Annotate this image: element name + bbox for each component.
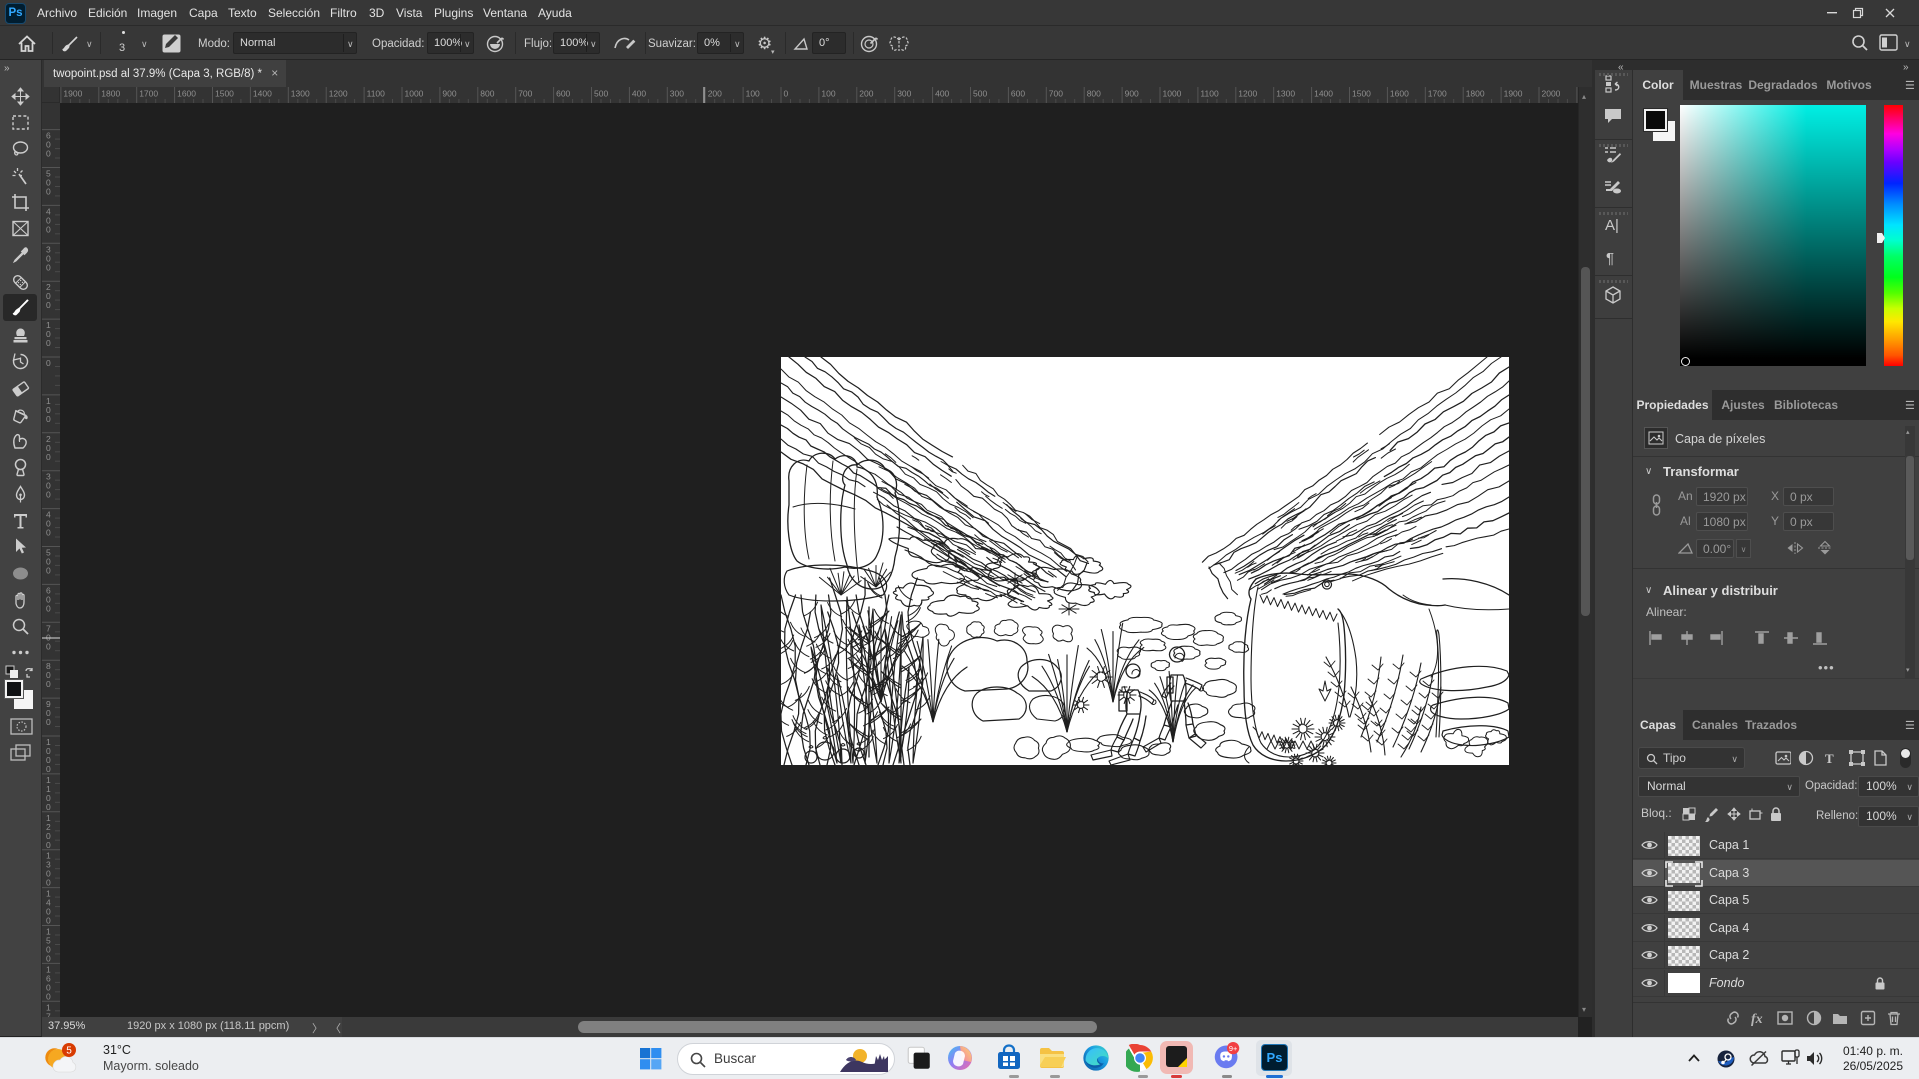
svg-text:600: 600 [556, 89, 570, 99]
svg-text:400: 400 [935, 89, 949, 99]
svg-text:1700: 1700 [1428, 89, 1447, 99]
svg-text:A|: A| [1605, 217, 1619, 234]
svg-text:1300: 1300 [291, 89, 310, 99]
svg-text:1100: 1100 [1200, 89, 1219, 99]
svg-text:1300: 1300 [1276, 89, 1295, 99]
svg-text:1400: 1400 [253, 89, 272, 99]
svg-text:1500: 1500 [1352, 89, 1371, 99]
svg-text:0: 0 [46, 802, 51, 812]
svg-text:400: 400 [632, 89, 646, 99]
svg-text:1100: 1100 [367, 89, 386, 99]
svg-text:0: 0 [46, 679, 51, 689]
svg-text:0: 0 [784, 89, 789, 99]
svg-text:0: 0 [46, 916, 51, 926]
svg-text:200: 200 [859, 89, 873, 99]
svg-text:700: 700 [518, 89, 532, 99]
svg-text:0: 0 [46, 338, 51, 348]
svg-text:0: 0 [46, 262, 51, 272]
svg-text:1200: 1200 [329, 89, 348, 99]
svg-text:1500: 1500 [215, 89, 234, 99]
svg-text:0: 0 [46, 878, 51, 888]
svg-text:0: 0 [46, 641, 51, 651]
svg-text:800: 800 [1087, 89, 1101, 99]
svg-text:1800: 1800 [101, 89, 120, 99]
svg-text:900: 900 [442, 89, 456, 99]
svg-text:0: 0 [46, 954, 51, 964]
svg-text:800: 800 [480, 89, 494, 99]
svg-text:0: 0 [46, 717, 51, 727]
svg-text:0: 0 [46, 840, 51, 850]
svg-text:500: 500 [973, 89, 987, 99]
svg-text:1400: 1400 [1314, 89, 1333, 99]
svg-text:1200: 1200 [1238, 89, 1257, 99]
svg-text:2000: 2000 [1542, 89, 1561, 99]
svg-text:0: 0 [46, 149, 51, 159]
svg-text:1000: 1000 [1163, 89, 1182, 99]
svg-text:300: 300 [670, 89, 684, 99]
svg-text:700: 700 [1049, 89, 1063, 99]
svg-text:0: 0 [46, 566, 51, 576]
svg-text:1800: 1800 [1466, 89, 1485, 99]
svg-text:0: 0 [46, 991, 51, 1001]
svg-text:200: 200 [708, 89, 722, 99]
svg-text:1600: 1600 [177, 89, 196, 99]
svg-text:0: 0 [46, 528, 51, 538]
svg-text:9+: 9+ [1229, 1044, 1237, 1053]
svg-text:0: 0 [46, 187, 51, 197]
svg-text:1700: 1700 [139, 89, 158, 99]
svg-text:0: 0 [46, 414, 51, 424]
svg-text:600: 600 [1011, 89, 1025, 99]
svg-text:0: 0 [46, 603, 51, 613]
svg-text:0: 0 [46, 490, 51, 500]
svg-text:0: 0 [46, 300, 51, 310]
svg-text:5: 5 [66, 1046, 72, 1057]
svg-text:1900: 1900 [63, 89, 82, 99]
svg-text:900: 900 [1125, 89, 1139, 99]
svg-text:300: 300 [897, 89, 911, 99]
svg-text:¶: ¶ [1606, 250, 1614, 267]
svg-text:0: 0 [46, 764, 51, 774]
svg-text:500: 500 [594, 89, 608, 99]
svg-text:0: 0 [46, 358, 51, 368]
svg-text:T: T [1825, 751, 1834, 766]
svg-text:100: 100 [746, 89, 760, 99]
svg-text:100: 100 [821, 89, 835, 99]
svg-text:1000: 1000 [405, 89, 424, 99]
svg-text:1900: 1900 [1504, 89, 1523, 99]
svg-text:1600: 1600 [1390, 89, 1409, 99]
svg-text:0: 0 [46, 452, 51, 462]
svg-text:fx: fx [1751, 1012, 1763, 1026]
svg-text:0: 0 [46, 224, 51, 234]
